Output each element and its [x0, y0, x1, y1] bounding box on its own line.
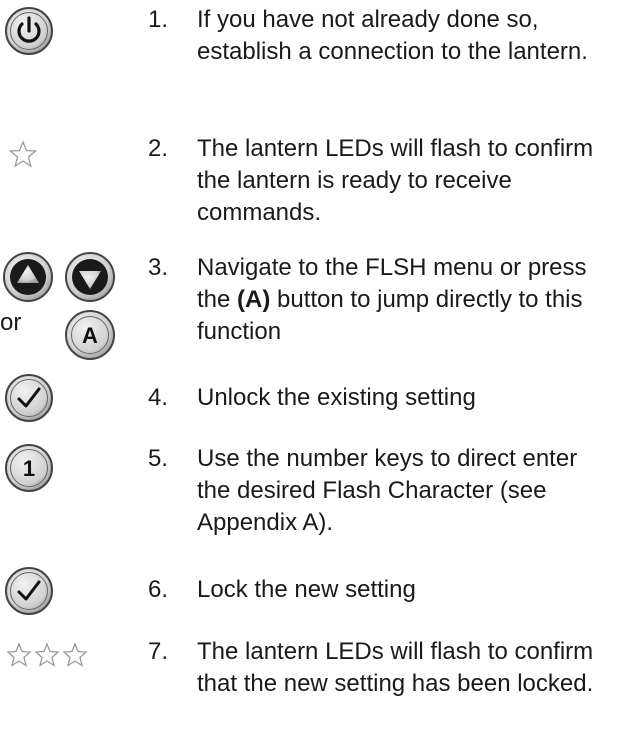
- a-button-icon: A: [64, 309, 116, 361]
- up-arrow-button-icon: [2, 251, 54, 303]
- step-text-bold: (A): [237, 286, 271, 313]
- three-stars-icon: [6, 642, 88, 668]
- step-number: 2.: [148, 135, 169, 162]
- step-text: The lantern LEDs will flash to confirm t…: [197, 638, 594, 697]
- step-number: 4.: [148, 384, 169, 411]
- step-text: If you have not already done so, establi…: [197, 6, 588, 65]
- check-button-icon: [4, 566, 54, 616]
- a-key-label: A: [82, 323, 98, 348]
- step-number: 7.: [148, 638, 169, 665]
- step-number: 3.: [148, 254, 169, 281]
- power-button-icon: [4, 6, 54, 56]
- step-text: The lantern LEDs will flash to confirm t…: [197, 135, 594, 226]
- step-number: 5.: [148, 445, 169, 472]
- or-label: or: [0, 309, 22, 336]
- step-text: Use the number keys to direct enter the …: [197, 445, 578, 536]
- star-icon: [8, 140, 38, 168]
- one-key-label: 1: [23, 456, 35, 481]
- step-text: Navigate to the FLSH menu or press the (…: [197, 252, 617, 348]
- step-number: 1.: [148, 6, 169, 33]
- step-text: Lock the new setting: [197, 576, 416, 603]
- down-arrow-button-icon: [64, 251, 116, 303]
- check-button-icon: [4, 373, 54, 423]
- one-button-icon: 1: [4, 443, 54, 493]
- step-text: Unlock the existing setting: [197, 384, 476, 411]
- step-number: 6.: [148, 576, 169, 603]
